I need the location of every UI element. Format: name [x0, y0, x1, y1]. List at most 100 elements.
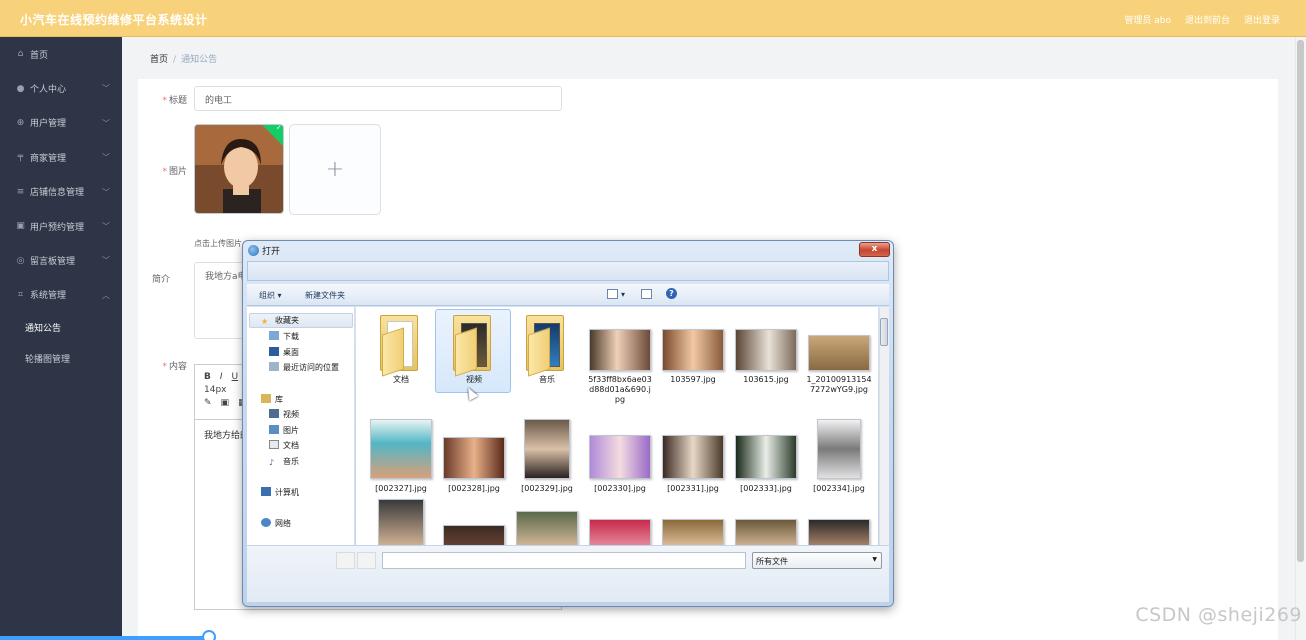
- dialog-title: 打开: [262, 247, 281, 257]
- sidebar-item-home[interactable]: ⌂ 首页: [0, 37, 122, 71]
- sidebar: ⌂ 首页 ● 个人中心 ﹀ ⊕ 用户管理 ﹀ ╤ 商家管理 ﹀ ≡ 店铺信息管理…: [0, 37, 122, 640]
- file-item[interactable]: 103615.jpg: [729, 313, 803, 385]
- breadcrumb-current: 通知公告: [181, 55, 218, 65]
- plus-icon: +: [325, 157, 345, 182]
- file-item[interactable]: 5f33ff8bx6ae03 d88d01a&690.j pg: [583, 313, 657, 405]
- file-item[interactable]: [583, 519, 657, 545]
- dialog-close-button[interactable]: x: [859, 242, 890, 257]
- file-type-select[interactable]: 所有文件 ▼: [752, 552, 882, 569]
- file-item[interactable]: 103597.jpg: [656, 313, 730, 385]
- chevron-down-icon: ﹀: [102, 84, 110, 94]
- image-label: * 图片: [162, 167, 187, 177]
- sidebar-item-system[interactable]: ⌗ 系统管理 ︿: [0, 278, 122, 312]
- image-upload-button[interactable]: +: [289, 124, 381, 215]
- file-name: [002328].jpg: [448, 484, 500, 493]
- title-input[interactable]: 的电工: [194, 86, 562, 111]
- bold-button[interactable]: B: [204, 372, 211, 382]
- image-thumbnail: [589, 329, 651, 371]
- recent-places-icon: [269, 362, 279, 371]
- breadcrumb-home[interactable]: 首页: [150, 55, 168, 65]
- progress-knob[interactable]: [202, 630, 216, 640]
- sidebar-item-profile[interactable]: ● 个人中心 ﹀: [0, 71, 122, 105]
- nav-pictures[interactable]: 图片: [269, 425, 299, 436]
- sidebar-item-label: 留言板管理: [30, 257, 76, 268]
- chevron-down-icon: ﹀: [102, 118, 110, 128]
- file-name: [002334].jpg: [813, 484, 865, 493]
- sidebar-item-label: 首页: [30, 50, 49, 61]
- page-scrollbar-thumb[interactable]: [1297, 40, 1304, 562]
- video-icon: [269, 409, 279, 418]
- system-icon: ⌗: [17, 289, 24, 300]
- file-item[interactable]: 1_20100913154 7272wYG9.jpg: [802, 313, 876, 395]
- image-thumbnail: [589, 519, 651, 545]
- file-item[interactable]: [002327].jpg: [364, 419, 438, 494]
- image-thumbnail: [808, 519, 870, 545]
- sidebar-item-label: 商家管理: [30, 153, 67, 164]
- file-item[interactable]: [002329].jpg: [510, 419, 584, 494]
- file-item[interactable]: [364, 499, 438, 545]
- nav-computer[interactable]: 计算机: [261, 487, 299, 498]
- address-bar[interactable]: [247, 261, 889, 281]
- portrait-image: [195, 125, 283, 213]
- nav-documents[interactable]: 文档: [269, 440, 299, 451]
- logout-link[interactable]: 退出登录: [1244, 13, 1280, 26]
- chevron-down-icon[interactable]: ▾: [621, 290, 625, 299]
- progress-bar: [0, 636, 210, 640]
- sidebar-item-merchants[interactable]: ╤ 商家管理 ﹀: [0, 140, 122, 174]
- nav-videos[interactable]: 视频: [269, 409, 299, 420]
- nav-library[interactable]: 库: [261, 394, 283, 405]
- file-open-dialog: 打开 x 组织 ▾ 新建文件夹 ▾ ? ★ 收藏夹 下载 桌面 最近访问的位置 库…: [242, 240, 894, 607]
- help-icon[interactable]: ?: [666, 288, 677, 299]
- file-item[interactable]: [729, 519, 803, 545]
- music-icon: ♪: [269, 458, 275, 467]
- sidebar-item-messages[interactable]: ◎ 留言板管理 ﹀: [0, 243, 122, 277]
- file-item-selected[interactable]: 视频: [435, 309, 511, 393]
- file-name: 103615.jpg: [743, 375, 789, 384]
- nav-recent[interactable]: 最近访问的位置: [269, 362, 339, 373]
- sidebar-item-shop-info[interactable]: ≡ 店铺信息管理 ﹀: [0, 175, 122, 209]
- image-icon[interactable]: ▣: [221, 398, 230, 408]
- image-thumbnail: [378, 499, 424, 545]
- nav-favorites[interactable]: ★ 收藏夹: [261, 315, 299, 326]
- header-links: 管理员 abo 退出到前台 退出登录: [1124, 13, 1280, 26]
- preview-pane-icon[interactable]: [641, 289, 652, 299]
- file-name: [002330].jpg: [594, 484, 646, 493]
- nav-music[interactable]: ♪ 音乐: [269, 456, 299, 467]
- list-icon: ≡: [16, 186, 25, 197]
- file-item[interactable]: [002331].jpg: [656, 419, 730, 494]
- sidebar-subitem-carousel[interactable]: 轮播图管理: [0, 343, 122, 374]
- file-item[interactable]: [002330].jpg: [583, 419, 657, 494]
- uploaded-image-thumbnail[interactable]: ✓: [194, 124, 284, 214]
- file-item[interactable]: [002328].jpg: [437, 419, 511, 494]
- front-page-link[interactable]: 退出到前台: [1185, 13, 1230, 26]
- file-item[interactable]: 文档: [364, 313, 438, 385]
- current-user-label: 管理员 abo: [1124, 16, 1171, 26]
- image-thumbnail: [735, 435, 797, 479]
- file-item[interactable]: [002334].jpg: [802, 419, 876, 494]
- file-item[interactable]: 音乐: [510, 313, 584, 385]
- sidebar-item-users[interactable]: ⊕ 用户管理 ﹀: [0, 106, 122, 140]
- file-name: [002327].jpg: [375, 484, 427, 493]
- nav-downloads[interactable]: 下载: [269, 331, 299, 342]
- sidebar-subitem-notices[interactable]: 通知公告: [0, 312, 122, 343]
- nav-network[interactable]: 网络: [261, 518, 291, 529]
- underline-button[interactable]: U: [232, 372, 239, 382]
- file-list-scrollbar-thumb[interactable]: [880, 318, 888, 346]
- organize-button[interactable]: 组织 ▾: [259, 290, 282, 301]
- file-item[interactable]: [656, 519, 730, 545]
- library-icon: [261, 394, 271, 403]
- file-item[interactable]: [437, 525, 511, 545]
- chevron-down-icon: ﹀: [102, 256, 110, 266]
- chevron-down-icon: ﹀: [102, 221, 110, 231]
- sidebar-item-appointments[interactable]: ▣ 用户预约管理 ﹀: [0, 209, 122, 243]
- italic-button[interactable]: I: [220, 372, 223, 382]
- link-icon[interactable]: ✎: [204, 398, 212, 408]
- file-item[interactable]: [802, 519, 876, 545]
- view-options-icon[interactable]: [607, 289, 618, 299]
- nav-desktop[interactable]: 桌面: [269, 347, 299, 358]
- image-thumbnail: [443, 525, 505, 545]
- new-folder-button[interactable]: 新建文件夹: [305, 290, 345, 301]
- file-item[interactable]: [510, 511, 584, 545]
- file-name-input[interactable]: [382, 552, 746, 569]
- file-item[interactable]: [002333].jpg: [729, 419, 803, 494]
